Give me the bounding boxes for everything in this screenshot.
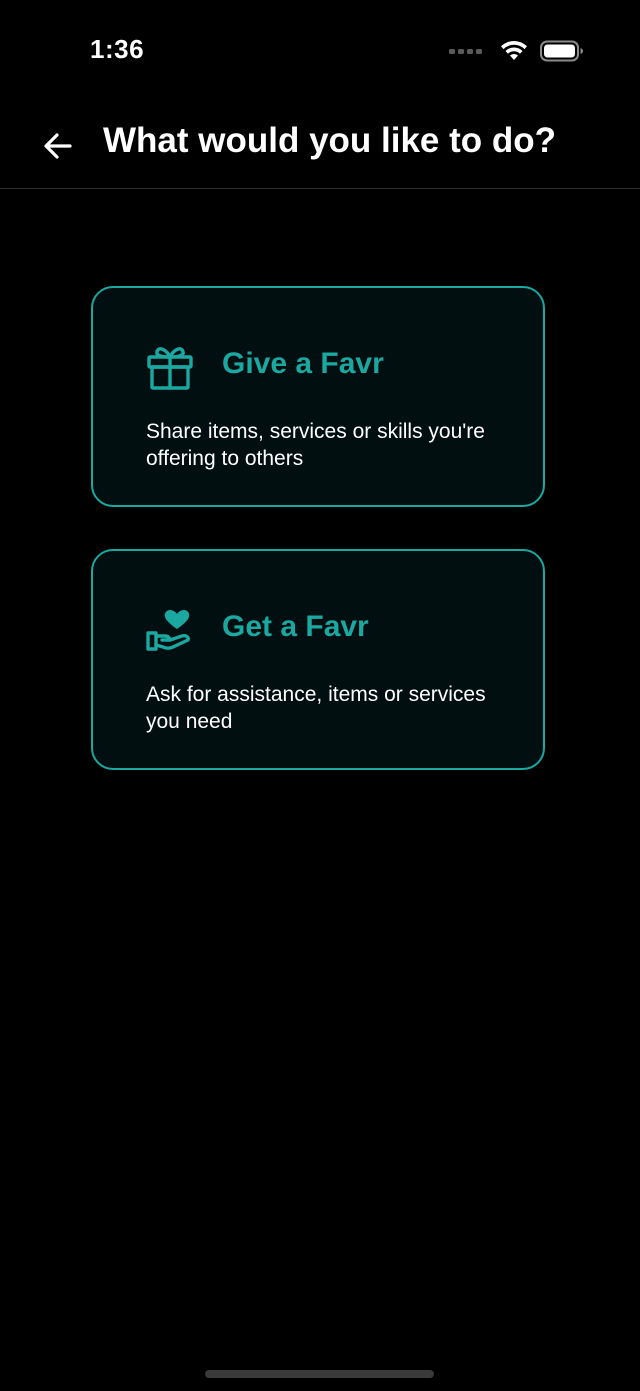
status-icons [449,40,584,62]
signal-dots-icon [449,48,482,54]
arrow-left-icon [44,133,72,159]
home-indicator[interactable] [205,1370,434,1378]
back-button[interactable] [36,124,80,168]
get-favr-card[interactable]: Get a Favr Ask for assistance, items or … [91,549,545,770]
give-favr-title: Give a Favr [222,347,384,380]
battery-icon [540,40,583,62]
page-title: What would you like to do? [103,121,557,160]
get-favr-title: Get a Favr [222,610,369,643]
get-favr-description: Ask for assistance, items or services yo… [146,683,486,733]
gift-icon [147,347,193,390]
header: What would you like to do? [0,100,640,189]
give-favr-description: Share items, services or skills you're o… [146,420,485,470]
hand-heart-icon [146,609,190,651]
status-bar: 1:36 [0,0,640,100]
give-favr-card[interactable]: Give a Favr Share items, services or ski… [91,286,545,507]
status-time: 1:36 [90,34,145,64]
wifi-icon [501,40,527,60]
